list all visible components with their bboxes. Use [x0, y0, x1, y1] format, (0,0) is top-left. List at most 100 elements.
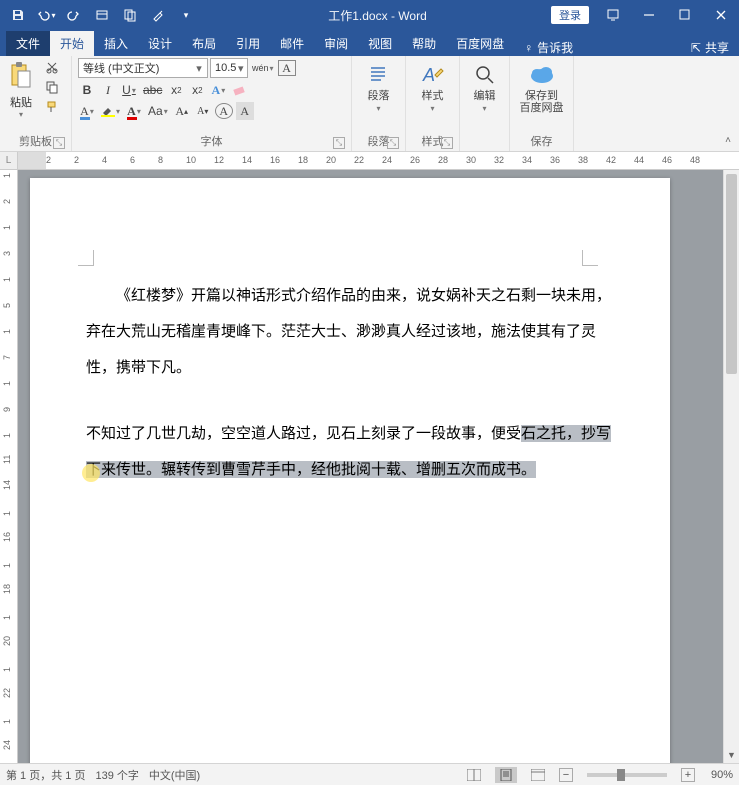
chevron-down-icon[interactable]: ▾ [193, 62, 205, 75]
tab-design[interactable]: 设计 [138, 31, 182, 56]
app-name: Word [398, 9, 426, 23]
copy-icon[interactable] [42, 78, 62, 96]
find-icon [472, 62, 498, 88]
qat-btn6-icon[interactable] [146, 3, 170, 27]
cut-icon[interactable] [42, 58, 62, 76]
paste-label[interactable]: 粘贴 [10, 94, 32, 110]
styles-launcher-icon[interactable]: ⤡ [441, 137, 453, 149]
chevron-down-icon[interactable]: ▾ [482, 104, 486, 113]
tell-me[interactable]: ♀ 告诉我 [514, 39, 583, 56]
window-controls: 登录 [551, 0, 739, 30]
tab-file[interactable]: 文件 [6, 31, 50, 56]
page-canvas[interactable]: 《红楼梦》开篇以神话形式介绍作品的由来，说女娲补天之石剩一块未用，弃在大荒山无稽… [18, 170, 739, 763]
ribbon-options-icon[interactable] [595, 0, 631, 30]
paragraph-2[interactable]: 不知过了几世几劫，空空道人路过，见石上刻录了一段故事，便受石之托，抄写下来传世。… [86, 416, 614, 488]
font-color-icon[interactable]: A▾ [125, 102, 143, 120]
font-launcher-icon[interactable]: ⤡ [333, 137, 345, 149]
group-label-save: 保存 [516, 133, 567, 151]
highlight-icon[interactable]: ▾ [99, 102, 122, 120]
collapse-ribbon-icon[interactable]: ˄ [721, 133, 735, 147]
subscript-button[interactable]: x2 [167, 81, 185, 99]
group-label-font: 字体⤡ [78, 133, 345, 151]
font-size-combo[interactable]: 10.5▾ [210, 58, 248, 78]
underline-button[interactable]: U▾ [120, 81, 138, 99]
scrollbar-vertical[interactable]: ▲ ▼ [723, 170, 739, 763]
zoom-level[interactable]: 90% [711, 769, 733, 781]
tab-references[interactable]: 引用 [226, 31, 270, 56]
svg-text:A: A [422, 65, 435, 85]
grow-font-icon[interactable]: A▴ [173, 102, 191, 120]
ribbon: 粘贴 ▾ 剪贴板⤡ 等线 (中文正文)▾ 10.5▾ wén▾ A B I [0, 56, 739, 152]
clipboard-launcher-icon[interactable]: ⤡ [53, 137, 65, 149]
zoom-in-button[interactable]: + [681, 768, 695, 782]
paragraph-button[interactable]: 段落 ▾ [358, 58, 399, 133]
document-body[interactable]: 《红楼梦》开篇以神话形式介绍作品的由来，说女娲补天之石剩一块未用，弃在大荒山无稽… [86, 278, 614, 488]
status-bar: 第 1 页，共 1 页 139 个字 中文(中国) − + 90% [0, 763, 739, 785]
text-effects-icon[interactable]: A▾ [209, 81, 227, 99]
enclose-char-icon[interactable]: A [215, 103, 233, 119]
print-layout-icon[interactable] [495, 767, 517, 783]
document-page[interactable]: 《红楼梦》开篇以神话形式介绍作品的由来，说女娲补天之石剩一块未用，弃在大荒山无稽… [30, 178, 670, 763]
save-icon[interactable] [6, 3, 30, 27]
font-color-fill-icon[interactable]: A▾ [78, 102, 96, 120]
group-save: 保存到百度网盘 保存 [510, 56, 574, 151]
paste-dropdown-icon[interactable]: ▾ [19, 110, 23, 119]
tab-layout[interactable]: 布局 [182, 31, 226, 56]
page-indicator[interactable]: 第 1 页，共 1 页 [6, 767, 85, 783]
ruler-vertical[interactable]: 121315171911114116118120122124 [0, 170, 18, 763]
minimize-icon[interactable] [631, 0, 667, 30]
char-shading-icon[interactable]: A [236, 102, 254, 120]
tab-mailings[interactable]: 邮件 [270, 31, 314, 56]
window-title: 工作1.docx - Word [204, 7, 551, 24]
change-case-icon[interactable]: Aa▾ [146, 102, 170, 120]
redo-icon[interactable] [62, 3, 86, 27]
paragraph-launcher-icon[interactable]: ⤡ [387, 137, 399, 149]
language-indicator[interactable]: 中文(中国) [149, 767, 200, 783]
share-button[interactable]: ⇱ 共享 [681, 39, 739, 56]
group-label-paragraph: 段落⤡ [358, 133, 399, 151]
format-painter-icon[interactable] [42, 98, 62, 116]
read-mode-icon[interactable] [463, 767, 485, 783]
styles-button[interactable]: A 样式 ▾ [412, 58, 453, 133]
editing-button[interactable]: 编辑 ▾ [466, 58, 503, 137]
italic-button[interactable]: I [99, 81, 117, 99]
login-button[interactable]: 登录 [551, 6, 589, 24]
close-icon[interactable] [703, 0, 739, 30]
edit-area: 121315171911114116118120122124 《红楼梦》开篇以神… [0, 170, 739, 763]
ruler-horizontal[interactable]: L 22468101214161820222426283032343638424… [0, 152, 739, 170]
zoom-out-button[interactable]: − [559, 768, 573, 782]
strikethrough-button[interactable]: abc [141, 81, 164, 99]
phonetic-guide-icon[interactable]: wén▾ [250, 59, 276, 77]
web-layout-icon[interactable] [527, 767, 549, 783]
paste-button[interactable] [6, 58, 36, 94]
char-border-icon[interactable]: A [278, 60, 296, 76]
tab-review[interactable]: 审阅 [314, 31, 358, 56]
qat-btn5-icon[interactable] [118, 3, 142, 27]
zoom-slider[interactable] [587, 773, 667, 777]
chevron-down-icon[interactable]: ▾ [376, 104, 380, 113]
scroll-thumb[interactable] [726, 174, 737, 374]
shrink-font-icon[interactable]: A▾ [194, 102, 212, 120]
tab-insert[interactable]: 插入 [94, 31, 138, 56]
maximize-icon[interactable] [667, 0, 703, 30]
group-label-styles: 样式⤡ [412, 133, 453, 151]
tab-home[interactable]: 开始 [50, 31, 94, 56]
paragraph-1[interactable]: 《红楼梦》开篇以神话形式介绍作品的由来，说女娲补天之石剩一块未用，弃在大荒山无稽… [86, 278, 614, 386]
scroll-down-icon[interactable]: ▼ [724, 747, 739, 763]
chevron-down-icon[interactable]: ▾ [430, 104, 434, 113]
font-name-combo[interactable]: 等线 (中文正文)▾ [78, 58, 208, 78]
zoom-knob[interactable] [617, 769, 625, 781]
chevron-down-icon[interactable]: ▾ [236, 62, 245, 75]
tab-baidu[interactable]: 百度网盘 [446, 31, 514, 56]
undo-icon[interactable]: ▾ [34, 3, 58, 27]
clear-formatting-icon[interactable] [230, 81, 250, 99]
tab-help[interactable]: 帮助 [402, 31, 446, 56]
superscript-button[interactable]: x2 [188, 81, 206, 99]
bold-button[interactable]: B [78, 81, 96, 99]
qat-btn4-icon[interactable] [90, 3, 114, 27]
save-baidu-button[interactable]: 保存到百度网盘 [516, 58, 567, 133]
word-count[interactable]: 139 个字 [95, 767, 138, 783]
tab-view[interactable]: 视图 [358, 31, 402, 56]
qat-customize-icon[interactable]: ▾ [174, 3, 198, 27]
margin-marker [582, 250, 598, 266]
